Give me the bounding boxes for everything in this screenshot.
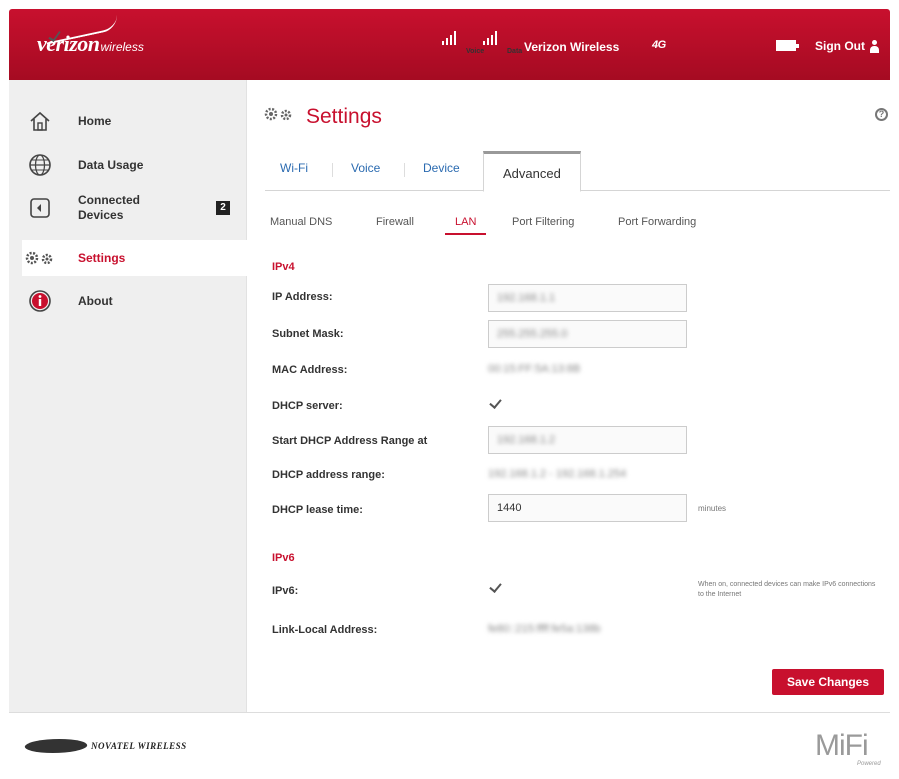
info-icon (22, 285, 58, 317)
link-local-label: Link-Local Address: (272, 624, 378, 636)
subtab-lan[interactable]: LAN (445, 211, 487, 235)
subtab-manual-dns[interactable]: Manual DNS (270, 216, 332, 228)
ipv6-checkbox[interactable] (488, 580, 504, 594)
devices-icon (22, 192, 58, 224)
sidebar-item-about[interactable]: About (22, 285, 247, 317)
lease-time-units: minutes (698, 504, 727, 513)
home-icon (22, 105, 58, 137)
start-dhcp-value: 192.168.1.2 (497, 434, 556, 446)
page-header: Settings (262, 104, 382, 129)
sign-out-button[interactable]: Sign Out (815, 39, 879, 53)
dhcp-range-value: 192.168.1.2 - 192.168.1.254 (488, 468, 627, 480)
tab-wifi[interactable]: Wi-Fi (280, 161, 308, 175)
tab-voice[interactable]: Voice (351, 161, 380, 175)
dhcp-server-label: DHCP server: (272, 400, 343, 412)
subtab-port-filtering[interactable]: Port Filtering (512, 216, 574, 228)
settings-tabs: Wi-Fi Voice Device Advanced (265, 151, 890, 192)
mifi-logo: MiFi (815, 729, 869, 762)
start-dhcp-label: Start DHCP Address Range at (272, 435, 428, 447)
gears-icon (262, 104, 296, 129)
ip-address-field[interactable]: 192.168.1.1 (488, 284, 687, 312)
subnet-mask-value: 255.255.255.0 (497, 328, 568, 340)
lease-time-label: DHCP lease time: (272, 504, 363, 516)
sidebar: Home Data Usage Connected Devices 2 Sett… (9, 80, 260, 712)
tab-device[interactable]: Device (423, 161, 460, 175)
ip-address-label: IP Address: (272, 291, 333, 303)
person-icon (870, 39, 879, 53)
top-header: verizonwireless Voice Data Verizon Wirel… (9, 9, 890, 80)
subtab-firewall[interactable]: Firewall (376, 216, 414, 228)
voice-signal: Voice (442, 31, 484, 55)
save-changes-button[interactable]: Save Changes (772, 669, 884, 695)
footer: NOVATEL WIRELESS MiFi Powered (9, 712, 890, 779)
ip-address-value: 192.168.1.1 (497, 292, 556, 304)
ipv6-label: IPv6: (272, 585, 299, 597)
globe-icon (22, 149, 58, 181)
lease-time-value: 1440 (497, 502, 522, 514)
sidebar-item-data-usage[interactable]: Data Usage (22, 149, 247, 181)
data-signal-icon (483, 31, 497, 45)
mifi-sub: Powered (857, 761, 881, 767)
sidebar-item-connected-devices[interactable]: Connected Devices 2 (22, 192, 247, 224)
battery-icon (776, 40, 799, 51)
sidebar-item-settings[interactable]: Settings (22, 240, 260, 276)
help-icon[interactable]: ? (875, 108, 888, 121)
network-type-badge: 4G (652, 39, 666, 51)
tab-advanced[interactable]: Advanced (483, 151, 581, 192)
swoosh-icon (21, 739, 91, 753)
connected-devices-count-badge: 2 (216, 201, 230, 215)
gears-icon (22, 242, 58, 274)
novatel-logo: NOVATEL WIRELESS (21, 739, 187, 753)
sign-out-label: Sign Out (815, 39, 865, 53)
dhcp-range-label: DHCP address range: (272, 469, 385, 481)
data-label: Data (507, 48, 523, 55)
sidebar-item-label: Settings (78, 251, 126, 265)
mac-address-label: MAC Address: (272, 364, 348, 376)
ipv6-heading: IPv6 (272, 552, 295, 564)
sidebar-item-label: Data Usage (78, 158, 144, 172)
sidebar-item-home[interactable]: Home (22, 105, 247, 137)
dhcp-server-checkbox[interactable] (488, 396, 504, 410)
novatel-name: NOVATEL WIRELESS (91, 741, 187, 751)
lease-time-field[interactable]: 1440 (488, 494, 687, 522)
verizon-logo: verizonwireless (37, 15, 144, 57)
subtab-port-forwarding[interactable]: Port Forwarding (618, 216, 696, 228)
page-title: Settings (306, 104, 382, 128)
subnet-mask-field[interactable]: 255.255.255.0 (488, 320, 687, 348)
sidebar-item-label: Home (78, 114, 112, 128)
link-local-value: fe80::215:ffff:fe5a:138b (488, 623, 601, 635)
voice-signal-icon (442, 31, 456, 45)
ipv6-hint: When on, connected devices can make IPv6… (698, 581, 876, 598)
voice-label: Voice (466, 48, 485, 55)
brand-sub: wireless (100, 40, 144, 54)
data-signal: Data (483, 31, 522, 55)
start-dhcp-field[interactable]: 192.168.1.2 (488, 426, 687, 454)
carrier-name: Verizon Wireless (524, 40, 620, 54)
mac-address-value: 00:15:FF:5A:13:8B (488, 363, 581, 375)
subnet-mask-label: Subnet Mask: (272, 328, 344, 340)
ipv4-heading: IPv4 (272, 261, 295, 273)
sidebar-item-label: Connected Devices (78, 193, 141, 222)
sidebar-item-label: About (78, 294, 113, 308)
main-content: Settings ? Wi-Fi Voice Device Advanced M… (248, 80, 890, 712)
